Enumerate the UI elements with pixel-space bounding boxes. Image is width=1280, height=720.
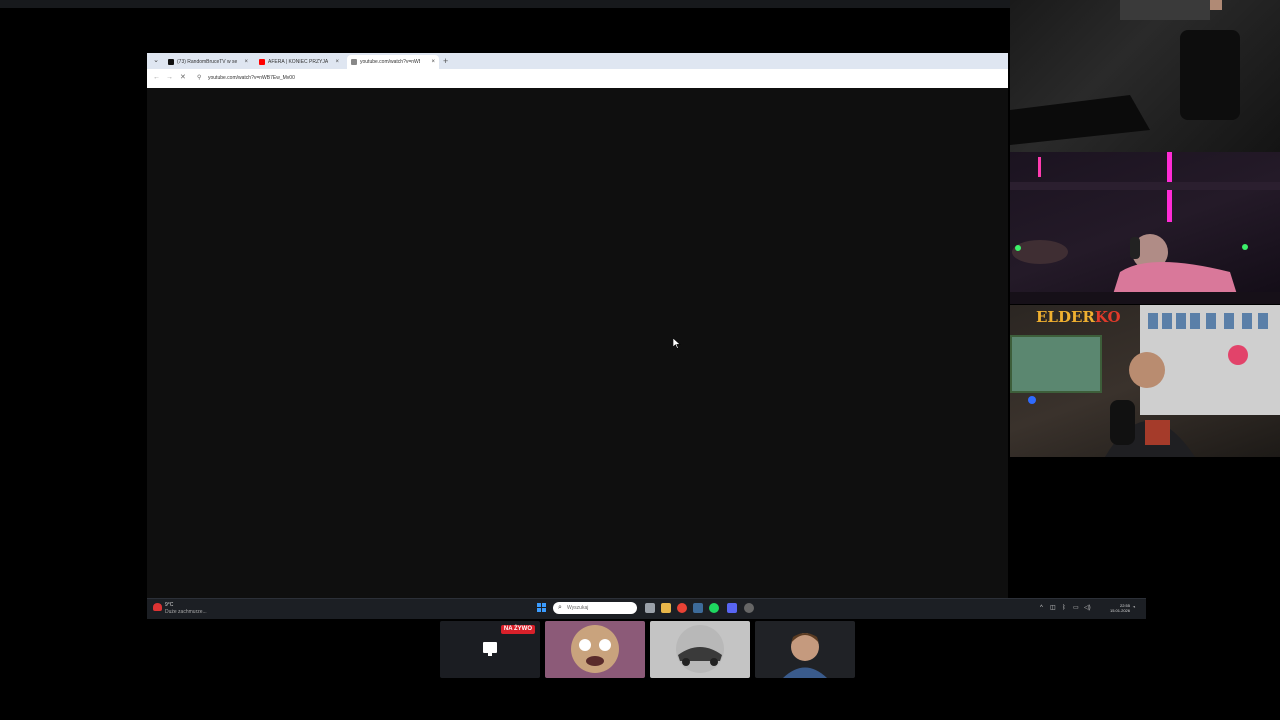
youtube-favicon-icon <box>259 59 265 65</box>
weather-desc: Duże zachmurze... <box>165 609 207 615</box>
weather-temp: 9°C <box>165 602 174 608</box>
webcam-scene-2 <box>1010 152 1280 304</box>
participant-tile-avatar-2[interactable] <box>545 621 645 678</box>
bluetooth-icon[interactable]: ᛒ <box>1062 604 1066 612</box>
avatar <box>571 625 619 673</box>
notification-bell-icon[interactable]: ◔ <box>1132 604 1136 612</box>
weather-widget[interactable]: 9°C Duże zachmurze... <box>153 602 213 616</box>
display-icon[interactable]: ▭ <box>1073 604 1079 612</box>
address-bar: ← → ✕ ⚲ youtube.com/watch?v=nWB7Ew_Mv00 <box>147 69 1008 89</box>
webcam-feed-3: ELDERKO <box>1010 305 1280 457</box>
tab-bar: ⌄ (73) RandomBruceTV w serwisie X × AFER… <box>147 53 1008 69</box>
webcam-scene-3 <box>1010 305 1280 457</box>
forward-arrow-icon[interactable]: → <box>166 74 173 82</box>
spotify-icon[interactable] <box>709 603 719 613</box>
browser-window: ⌄ (73) RandomBruceTV w serwisie X × AFER… <box>147 53 1008 618</box>
search-placeholder: Wyszukaj <box>567 605 589 611</box>
close-icon[interactable]: × <box>335 58 339 66</box>
stop-loading-icon[interactable]: ✕ <box>180 74 186 82</box>
back-arrow-icon[interactable]: ← <box>153 74 160 82</box>
screen-share-icon <box>483 642 497 656</box>
close-icon[interactable]: × <box>431 58 435 66</box>
network-icon[interactable]: ◫ <box>1050 604 1056 612</box>
mouse-cursor-icon <box>673 338 681 349</box>
url-field[interactable]: ⚲ youtube.com/watch?v=nWB7Ew_Mv00 <box>197 72 997 84</box>
steam-icon[interactable] <box>693 603 703 613</box>
taskbar-clock[interactable]: 22:55 15.01.2026 <box>1100 603 1130 613</box>
tab-youtube-watch[interactable]: youtube.com/watch?v=nWB7Ew_Mv00 × <box>347 55 439 69</box>
chrome-icon[interactable] <box>677 603 687 613</box>
page-content-blank <box>147 88 1008 618</box>
clock-date: 15.01.2026 <box>1109 608 1130 613</box>
volume-icon[interactable]: ◁) <box>1084 604 1091 612</box>
x-favicon-icon <box>168 59 174 65</box>
system-tray: ^ ◫ ᛒ ▭ ◁) 22:55 15.01.2026 ◔ <box>1040 602 1140 616</box>
site-info-icon[interactable]: ⚲ <box>197 74 201 82</box>
url-text: youtube.com/watch?v=nWB7Ew_Mv00 <box>208 75 295 81</box>
windows-taskbar: 9°C Duże zachmurze... ⌕ Wyszukaj ^ ◫ ᛒ ▭… <box>147 598 1146 619</box>
tab-title: AFERA | KONIEC PRZYJAŹNI Z ... <box>268 59 328 65</box>
live-badge: NA ŻYWO <box>500 625 535 634</box>
weather-icon <box>153 603 162 611</box>
participant-tile-screen-share[interactable]: NA ŻYWO <box>440 621 540 678</box>
webcam-scene-1 <box>1010 0 1240 145</box>
page-favicon-icon <box>351 59 357 65</box>
tab-x-randombruce[interactable]: (73) RandomBruceTV w serwisie X × <box>164 55 252 69</box>
new-tab-button[interactable]: + <box>443 56 448 66</box>
avatar <box>676 625 724 673</box>
discord-icon[interactable] <box>727 603 737 613</box>
tab-title: youtube.com/watch?v=nWB7Ew_Mv00 <box>360 59 420 65</box>
webcam-feed-2 <box>1010 152 1280 304</box>
avatar <box>783 633 827 678</box>
chevron-up-icon[interactable]: ^ <box>1040 604 1043 612</box>
elderko-logo: ELDERKO <box>1036 308 1121 326</box>
obs-icon[interactable] <box>744 603 754 613</box>
close-icon[interactable]: × <box>244 58 248 66</box>
tab-title: (73) RandomBruceTV w serwisie X <box>177 59 237 65</box>
file-explorer-icon[interactable] <box>661 603 671 613</box>
webcam-feed-1 <box>1010 0 1280 152</box>
task-view-icon[interactable] <box>645 603 655 613</box>
chevron-down-icon[interactable]: ⌄ <box>151 56 161 66</box>
search-icon: ⌕ <box>558 604 562 611</box>
participant-tile-avatar-3[interactable] <box>650 621 750 678</box>
participant-tile-avatar-4[interactable] <box>755 621 855 678</box>
windows-start-icon[interactable] <box>537 603 547 613</box>
top-strip <box>0 0 1010 8</box>
tab-youtube-afera[interactable]: AFERA | KONIEC PRZYJAŹNI Z ... × <box>255 55 343 69</box>
taskbar-search-box[interactable]: ⌕ Wyszukaj <box>553 602 637 614</box>
